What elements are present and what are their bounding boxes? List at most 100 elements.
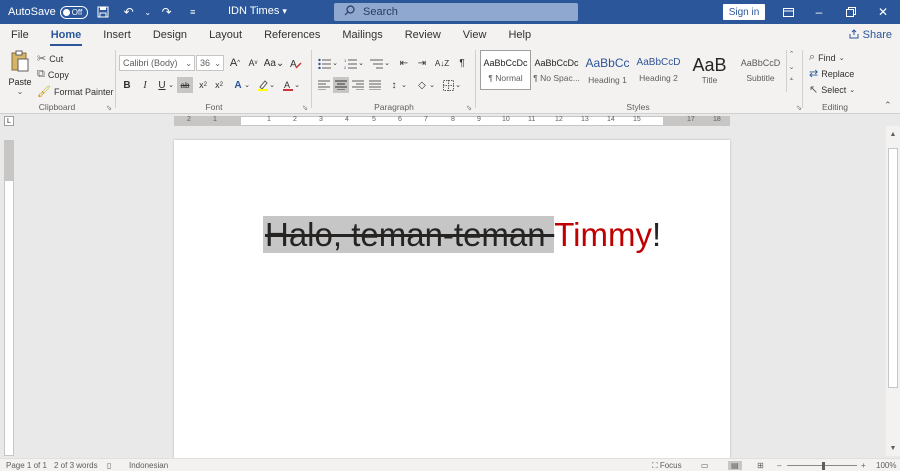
collapse-ribbon-icon[interactable]: ⌃	[884, 100, 892, 111]
style-heading-1[interactable]: AaBbCc Heading 1	[582, 50, 633, 90]
style-title[interactable]: AaB Title	[684, 50, 735, 90]
increase-indent-icon[interactable]: ⇥	[414, 55, 430, 71]
share-button[interactable]: Share	[849, 27, 892, 43]
page-count[interactable]: Page 1 of 1	[6, 461, 47, 470]
horizontal-ruler[interactable]: 2 1 1 2 3 4 5 6 7 8 9 10 11 12 13 14 15 …	[174, 116, 730, 126]
web-layout-icon[interactable]: ⊞	[757, 461, 764, 470]
sign-in-button[interactable]: Sign in	[723, 4, 765, 20]
clipboard-launcher-icon[interactable]: ⬂	[106, 104, 112, 112]
borders-dropdown-icon[interactable]: ⌄	[454, 77, 462, 93]
font-launcher-icon[interactable]: ⬂	[302, 104, 308, 112]
numbering-icon[interactable]: 12	[342, 55, 358, 71]
red-text-run[interactable]: Timmy	[554, 216, 652, 253]
tab-view[interactable]: View	[452, 24, 498, 46]
align-left-icon[interactable]	[316, 77, 332, 93]
vertical-ruler[interactable]	[4, 140, 14, 456]
pilcrow-icon[interactable]: ¶	[454, 55, 470, 71]
italic-button[interactable]: I	[137, 77, 153, 93]
search-box[interactable]: Search	[334, 3, 578, 21]
bullets-dropdown-icon[interactable]: ⌄	[331, 55, 339, 71]
tab-insert[interactable]: Insert	[92, 24, 142, 46]
autosave-toggle[interactable]: Off	[59, 5, 88, 19]
tab-layout[interactable]: Layout	[198, 24, 253, 46]
style-subtitle[interactable]: AaBbCcD Subtitle	[735, 50, 786, 90]
zoom-in-icon[interactable]: +	[861, 461, 866, 470]
customize-qat-icon[interactable]: ≡	[182, 2, 204, 22]
selected-strikethrough-text[interactable]: Halo, teman-teman	[263, 216, 555, 253]
undo-dropdown-icon[interactable]: ⌄	[144, 2, 152, 22]
font-name-combo[interactable]: Calibri (Body) ⌄	[119, 55, 195, 71]
scroll-up-icon[interactable]: ▲	[886, 128, 900, 140]
redo-icon[interactable]: ↷	[156, 2, 178, 22]
numbering-dropdown-icon[interactable]: ⌄	[357, 55, 365, 71]
document-paragraph[interactable]: Halo, teman-teman Timmy!	[263, 210, 661, 260]
grow-font-icon[interactable]: A ^	[227, 55, 243, 71]
scroll-thumb[interactable]	[888, 148, 898, 388]
language[interactable]: Indonesian	[129, 461, 168, 470]
print-layout-icon[interactable]: ▤	[728, 461, 742, 470]
style-normal[interactable]: AaBbCcDc ¶ Normal	[480, 50, 531, 90]
paragraph-launcher-icon[interactable]: ⬂	[466, 104, 472, 112]
clear-formatting-icon[interactable]: A	[288, 55, 304, 71]
document-page[interactable]: Halo, teman-teman Timmy!	[174, 140, 730, 458]
restore-icon[interactable]	[836, 0, 866, 24]
tab-selector[interactable]: L	[4, 116, 14, 126]
zoom-out-icon[interactable]: –	[777, 461, 781, 470]
justify-icon[interactable]	[367, 77, 383, 93]
tab-home[interactable]: Home	[40, 24, 93, 46]
styles-scroll-up-icon[interactable]: ⌃	[787, 50, 796, 63]
font-color-dropdown-icon[interactable]: ⌄	[293, 77, 301, 93]
paste-button[interactable]: Paste ⌄	[6, 50, 34, 96]
zoom-slider-thumb[interactable]	[822, 462, 825, 470]
scroll-down-icon[interactable]: ▼	[886, 442, 900, 454]
align-center-icon[interactable]	[333, 77, 349, 93]
select-button[interactable]: ↖ Select ⌄	[809, 83, 855, 96]
minimize-icon[interactable]: –	[804, 0, 834, 24]
cut-button[interactable]: ✂ Cut	[37, 52, 63, 65]
format-painter-button[interactable]: 🖌 Format Painter	[37, 85, 114, 98]
multilevel-dropdown-icon[interactable]: ⌄	[383, 55, 391, 71]
bold-button[interactable]: B	[119, 77, 135, 93]
highlight-dropdown-icon[interactable]: ⌄	[268, 77, 276, 93]
multilevel-list-icon[interactable]	[368, 55, 384, 71]
decrease-indent-icon[interactable]: ⇤	[396, 55, 412, 71]
close-icon[interactable]: ✕	[868, 0, 898, 24]
tab-mailings[interactable]: Mailings	[331, 24, 393, 46]
replace-button[interactable]: ⇄ Replace	[809, 67, 854, 80]
vertical-scrollbar[interactable]: ▲ ▼	[886, 126, 900, 456]
tab-file[interactable]: File	[0, 24, 40, 46]
zoom-level[interactable]: 100%	[876, 461, 896, 470]
shading-dropdown-icon[interactable]: ⌄	[428, 77, 436, 93]
save-icon[interactable]	[92, 2, 114, 22]
copy-button[interactable]: ⧉ Copy	[37, 68, 69, 81]
line-spacing-dropdown-icon[interactable]: ⌄	[400, 77, 408, 93]
focus-button[interactable]: ⛶ Focus	[652, 461, 682, 471]
superscript-button[interactable]: x2	[211, 77, 227, 93]
change-case-icon[interactable]: Aa⌄	[263, 55, 285, 71]
ribbon-display-options-icon[interactable]	[773, 0, 803, 24]
proofing-icon[interactable]: ▯	[107, 461, 111, 470]
tab-help[interactable]: Help	[497, 24, 542, 46]
word-count[interactable]: 2 of 3 words	[54, 461, 98, 470]
shrink-font-icon[interactable]: Av	[245, 55, 261, 71]
read-mode-icon[interactable]: ▭	[701, 461, 709, 470]
document-title[interactable]: IDN Times ▾	[228, 5, 287, 17]
align-right-icon[interactable]	[350, 77, 366, 93]
font-size-combo[interactable]: 36 ⌄	[196, 55, 224, 71]
black-text-run[interactable]: !	[652, 216, 661, 253]
tab-review[interactable]: Review	[394, 24, 452, 46]
strikethrough-button[interactable]: ab	[177, 77, 193, 93]
underline-dropdown-icon[interactable]: ⌄	[167, 77, 175, 93]
find-button[interactable]: ⌕ Find ⌄	[809, 51, 845, 64]
sort-icon[interactable]: A↓Z	[434, 55, 450, 71]
styles-scroll-down-icon[interactable]: ⌄	[787, 63, 796, 76]
text-effects-dropdown-icon[interactable]: ⌄	[243, 77, 251, 93]
undo-icon[interactable]: ↶	[118, 2, 140, 22]
style-no-spacing[interactable]: AaBbCcDc ¶ No Spac...	[531, 50, 582, 90]
tab-references[interactable]: References	[253, 24, 331, 46]
styles-more-icon[interactable]: ⩡	[787, 76, 796, 89]
bullets-icon[interactable]	[316, 55, 332, 71]
style-heading-2[interactable]: AaBbCcD Heading 2	[633, 50, 684, 90]
subscript-button[interactable]: x2	[195, 77, 211, 93]
tab-design[interactable]: Design	[142, 24, 198, 46]
